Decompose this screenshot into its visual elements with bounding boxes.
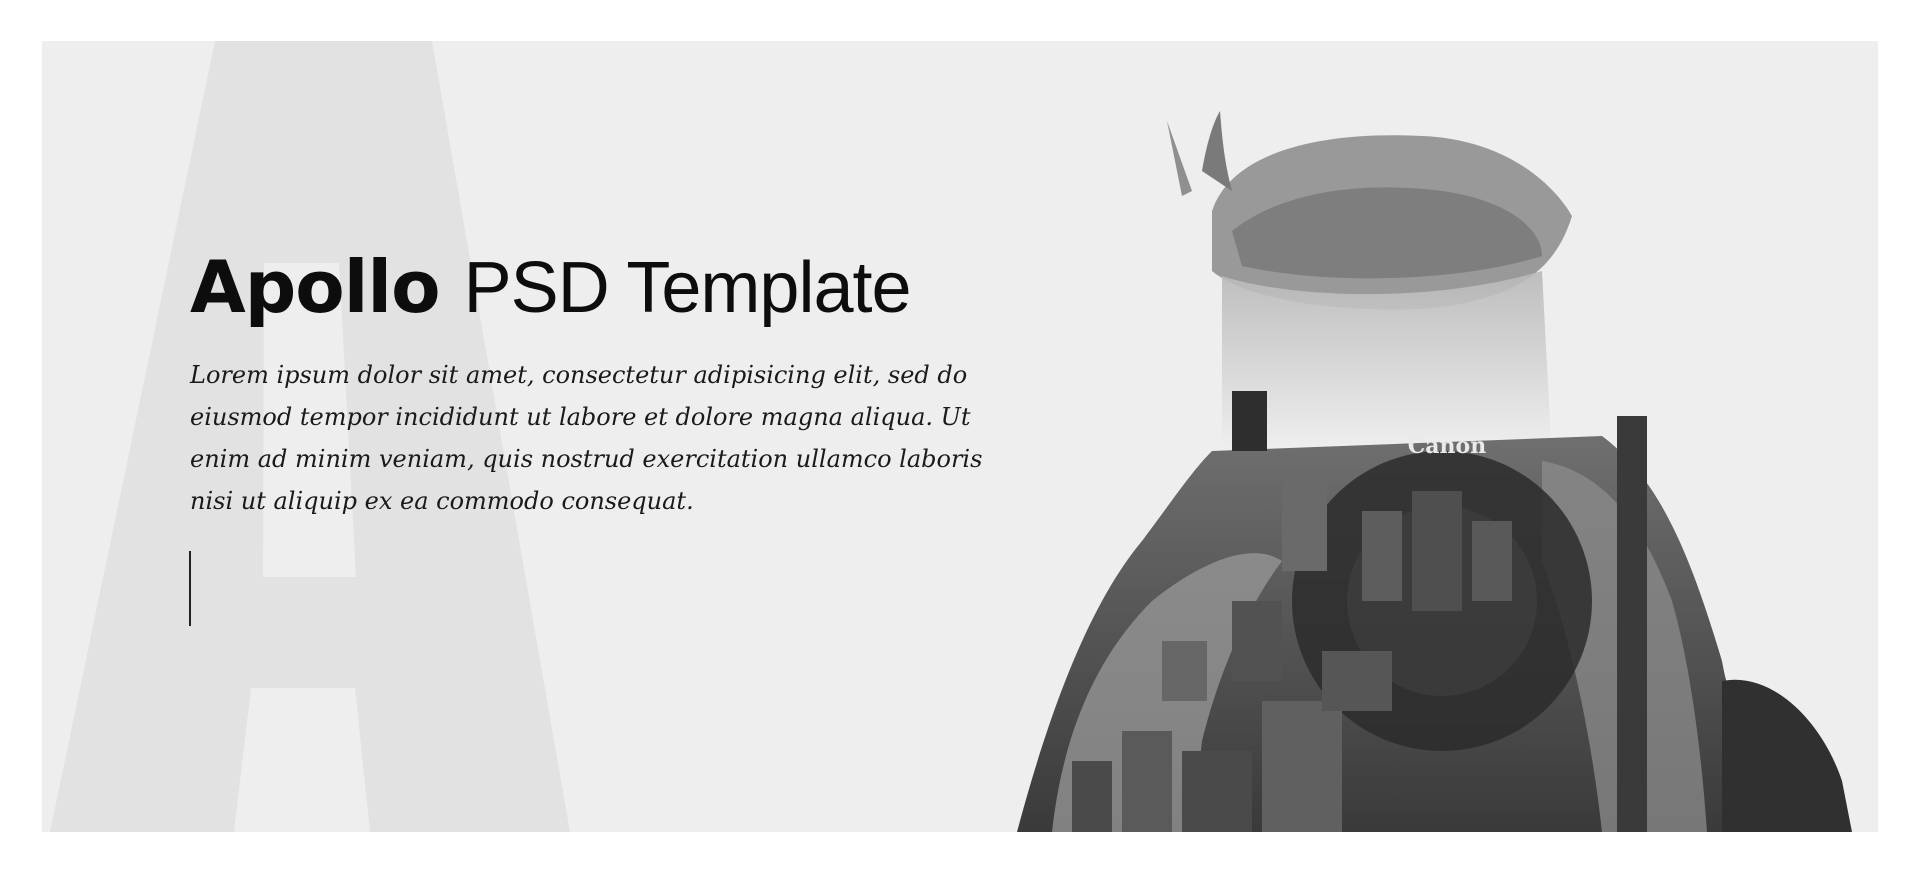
title-light-part: PSD Template	[463, 248, 912, 328]
hero-description: Lorem ipsum dolor sit amet, consectetur …	[190, 361, 983, 515]
page-title: Apollo PSD Template	[190, 251, 1090, 324]
title-bold-part: Apollo	[190, 245, 441, 329]
hero-content: Apollo PSD Template Lorem ipsum dolor si…	[190, 251, 1090, 522]
hero-banner: Canon Apollo PSD Template Lorem ipsum do…	[42, 41, 1878, 832]
vertical-divider-line	[189, 551, 191, 626]
camera-brand-label: Canon	[1408, 433, 1486, 459]
